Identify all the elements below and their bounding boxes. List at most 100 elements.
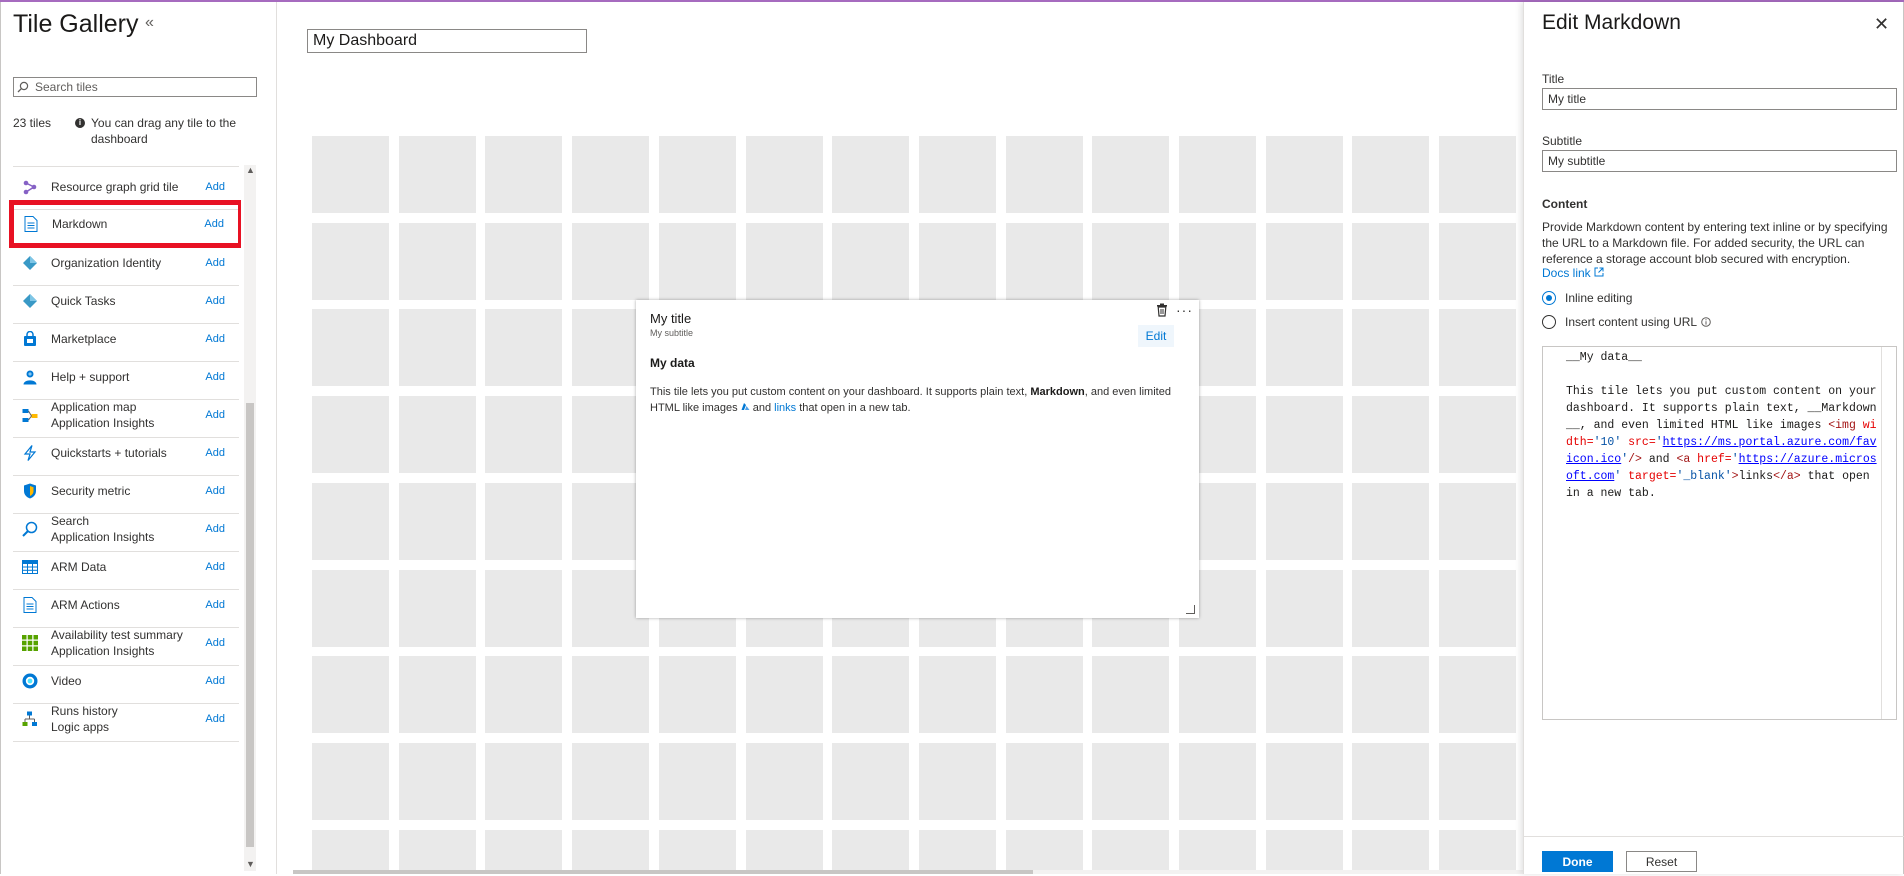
radio-inline-editing[interactable]: Inline editing <box>1542 291 1632 305</box>
grid-cell <box>572 223 649 300</box>
grid-cell <box>1092 830 1169 872</box>
radio-selected-icon[interactable] <box>1542 291 1556 305</box>
tile-name: Organization Identity <box>51 255 162 270</box>
grid-cell <box>399 656 476 733</box>
done-button[interactable]: Done <box>1542 851 1613 872</box>
code-tag: /> <box>1628 453 1642 466</box>
code-text: and <box>1641 453 1677 466</box>
grid-cell <box>1352 483 1429 560</box>
more-options-icon[interactable]: ··· <box>1176 302 1193 318</box>
tile-name: Help + support <box>51 369 130 384</box>
add-tile-button[interactable]: Add <box>205 485 225 497</box>
tile-name: ARM Actions <box>51 597 120 612</box>
radio-url-label: Insert content using URL <box>1565 315 1698 329</box>
search-tiles-input[interactable] <box>31 80 255 94</box>
resize-handle-icon[interactable] <box>1186 605 1195 614</box>
add-tile-button[interactable]: Add <box>205 637 225 649</box>
grid-cell <box>1352 136 1429 213</box>
add-tile-button[interactable]: Add <box>204 218 224 230</box>
scroll-down-icon[interactable]: ▼ <box>246 859 255 869</box>
grid-cell <box>312 396 389 473</box>
tile-list-item-label: Video <box>51 673 205 689</box>
add-tile-button[interactable]: Add <box>205 675 225 687</box>
tile-list-item-label: ARM Data <box>51 559 205 575</box>
grid-cell <box>746 136 823 213</box>
radio-unselected-icon[interactable] <box>1542 315 1556 329</box>
radio-insert-url[interactable]: Insert content using URL <box>1542 315 1711 329</box>
code-string: ' <box>1655 436 1663 449</box>
grid-cell <box>485 743 562 820</box>
reset-button[interactable]: Reset <box>1626 851 1697 872</box>
info-icon: i <box>75 118 85 128</box>
grid-cell <box>485 223 562 300</box>
add-tile-button[interactable]: Add <box>205 599 225 611</box>
markdown-code[interactable]: __My data__ This tile lets you put custo… <box>1566 349 1881 502</box>
grid-cell <box>312 309 389 386</box>
markdown-tile[interactable]: My title My subtitle ··· Edit My data Th… <box>636 300 1199 618</box>
tile-list: Resource graph grid tile Add Markdown Add Or… <box>1 164 241 872</box>
grid-cell <box>312 570 389 647</box>
grid-cell <box>1179 223 1256 300</box>
tile-list-item-label: ARM Actions <box>51 597 205 613</box>
dashboard-name-input[interactable] <box>307 29 587 53</box>
markdown-editor[interactable]: __My data__ This tile lets you put custo… <box>1542 346 1897 720</box>
dashboard-horizontal-scrollbar[interactable] <box>293 870 1525 874</box>
add-tile-button[interactable]: Add <box>205 713 225 725</box>
scrollbar-thumb[interactable] <box>246 403 254 847</box>
add-tile-button[interactable]: Add <box>205 333 225 345</box>
add-tile-button[interactable]: Add <box>205 371 225 383</box>
scrollbar-thumb[interactable] <box>293 870 1033 874</box>
grid-cell <box>1006 656 1083 733</box>
add-tile-button[interactable]: Add <box>205 181 225 193</box>
code-attr: href= <box>1690 453 1732 466</box>
tile-list-item-label: Resource graph grid tile <box>51 179 205 195</box>
close-icon[interactable]: ✕ <box>1874 14 1889 35</box>
add-tile-button[interactable]: Add <box>205 561 225 573</box>
tile-list-item-label: Quickstarts + tutorials <box>51 445 205 461</box>
tile-list-item[interactable]: Runs history Logic apps Add <box>13 696 239 742</box>
add-tile-button[interactable]: Add <box>205 409 225 421</box>
grid-cell <box>1266 309 1343 386</box>
search-tiles-box[interactable] <box>13 77 257 97</box>
tile-count: 23 tiles <box>13 116 52 130</box>
tile-list-scrollbar[interactable]: ▲ ▼ <box>244 165 256 871</box>
code-string: '10' <box>1593 436 1622 449</box>
grid-cell <box>1352 309 1429 386</box>
collapse-gallery-icon[interactable]: « <box>145 14 154 32</box>
tile-list-item-label: Security metric <box>51 483 205 499</box>
delete-icon[interactable] <box>1156 303 1170 319</box>
tile-name: ARM Data <box>51 559 107 574</box>
grid-cell <box>1179 136 1256 213</box>
tile-list-item-label: Organization Identity <box>51 255 205 271</box>
grid-cell <box>1352 830 1429 872</box>
add-tile-button[interactable]: Add <box>205 447 225 459</box>
tile-subtitle: My subtitle <box>650 328 694 338</box>
title-input[interactable] <box>1542 88 1897 110</box>
grid-cell <box>572 743 649 820</box>
add-tile-button[interactable]: Add <box>205 295 225 307</box>
grid-cell <box>832 223 909 300</box>
scroll-up-icon[interactable]: ▲ <box>246 165 255 175</box>
shield-icon <box>21 482 39 500</box>
docs-link[interactable]: Docs link <box>1542 266 1604 280</box>
subtitle-input[interactable] <box>1542 150 1897 172</box>
tile-category: Application Insights <box>51 415 155 430</box>
tile-list-item-label: Availability test summary Application Ins… <box>51 627 205 659</box>
grid-cell <box>1006 830 1083 872</box>
editor-scrollbar[interactable] <box>1881 347 1896 719</box>
document-icon <box>21 596 39 614</box>
tile-edit-button[interactable]: Edit <box>1138 325 1174 347</box>
drag-hint: i You can drag any tile to the dashboard <box>75 115 245 147</box>
code-line: __My data__ <box>1566 351 1642 364</box>
add-tile-button[interactable]: Add <box>205 257 225 269</box>
add-tile-button[interactable]: Add <box>205 523 225 535</box>
code-tag: > <box>1731 470 1739 483</box>
tile-list-item-label: Runs history Logic apps <box>51 703 205 735</box>
docs-link-text[interactable]: Docs link <box>1542 266 1591 280</box>
tile-name: Search <box>51 513 90 528</box>
code-tag: <a <box>1676 453 1691 466</box>
grid-cell <box>572 136 649 213</box>
tile-body-link[interactable]: links <box>774 402 796 414</box>
grid-cell <box>485 570 562 647</box>
grid-cell <box>312 656 389 733</box>
